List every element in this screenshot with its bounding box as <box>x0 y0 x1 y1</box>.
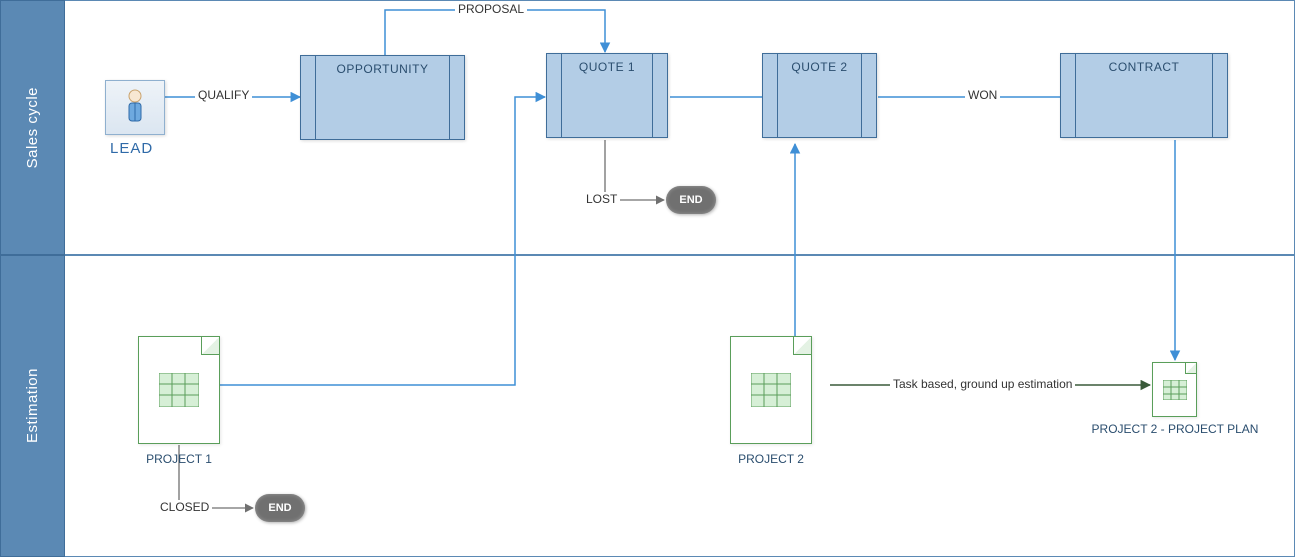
node-quote2-label: QUOTE 2 <box>763 54 876 74</box>
node-projectplan-label: PROJECT 2 - PROJECT PLAN <box>1075 422 1275 436</box>
node-projectplan <box>1152 362 1197 417</box>
edge-label-qualify: QUALIFY <box>195 88 252 102</box>
node-end-closed: END <box>255 494 305 522</box>
node-project2-label: PROJECT 2 <box>671 452 871 466</box>
lane-header-sales: Sales cycle <box>0 0 65 255</box>
node-quote1-label: QUOTE 1 <box>547 54 667 74</box>
node-quote1: QUOTE 1 <box>546 53 668 138</box>
node-opportunity-label: OPPORTUNITY <box>301 56 464 76</box>
edge-label-taskbased: Task based, ground up estimation <box>890 377 1075 391</box>
node-end-closed-label: END <box>268 502 291 514</box>
edge-label-closed: CLOSED <box>157 500 212 514</box>
node-end-lost-label: END <box>679 194 702 206</box>
edge-label-won: WON <box>965 88 1000 102</box>
lane-header-estimation: Estimation <box>0 255 65 557</box>
node-quote2: QUOTE 2 <box>762 53 877 138</box>
node-opportunity: OPPORTUNITY <box>300 55 465 140</box>
node-contract: CONTRACT <box>1060 53 1228 138</box>
lane-header-estimation-label: Estimation <box>24 368 41 443</box>
node-project2 <box>730 336 812 444</box>
lane-body-estimation <box>65 255 1295 557</box>
node-contract-label: CONTRACT <box>1061 54 1227 74</box>
diagram-canvas: Sales cycle Estimation <box>0 0 1295 557</box>
node-project1-label: PROJECT 1 <box>79 452 279 466</box>
edge-label-lost: LOST <box>583 192 620 206</box>
node-project1 <box>138 336 220 444</box>
node-end-lost: END <box>666 186 716 214</box>
lane-header-sales-label: Sales cycle <box>24 87 41 168</box>
edge-label-proposal: PROPOSAL <box>455 2 527 16</box>
lead-actor-icon <box>105 80 165 135</box>
lead-label: LEAD <box>110 140 153 157</box>
